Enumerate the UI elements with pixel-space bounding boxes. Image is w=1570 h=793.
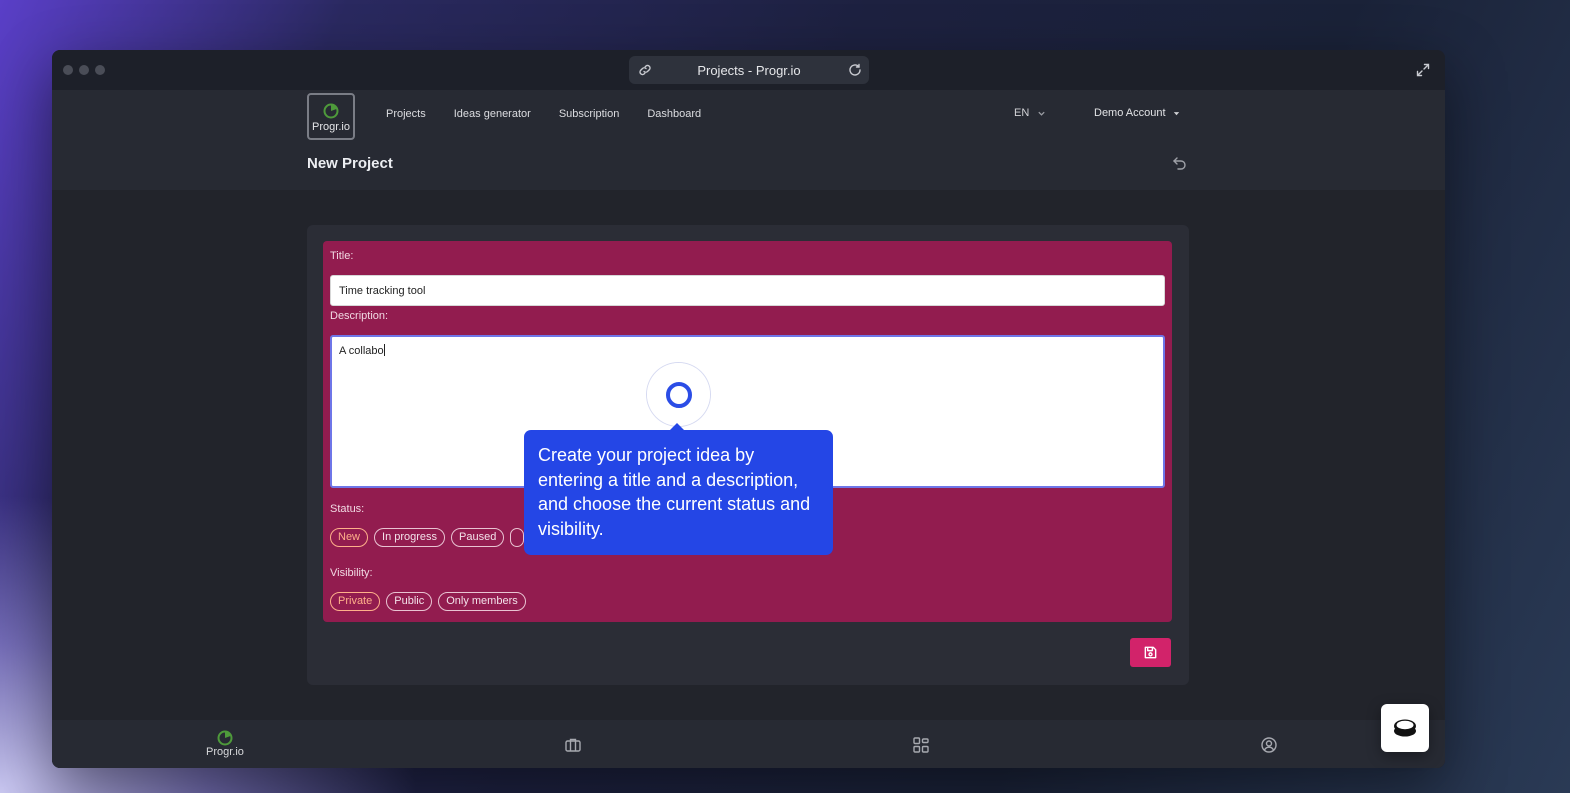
nav-links: Projects Ideas generator Subscription Da… <box>386 108 729 120</box>
bottom-nav-projects[interactable] <box>564 736 582 754</box>
visibility-options: Private Public Only members <box>330 592 526 611</box>
chevron-down-icon <box>1173 111 1179 115</box>
nav-link-dashboard[interactable]: Dashboard <box>647 108 701 120</box>
save-icon <box>1144 646 1157 659</box>
logo-text: Progr.io <box>312 120 350 133</box>
app-viewport: Progr.io Projects Ideas generator Subscr… <box>52 90 1445 768</box>
chevron-down-icon <box>1038 111 1045 116</box>
nav-link-subscription[interactable]: Subscription <box>559 108 620 120</box>
minimize-dot[interactable] <box>79 65 89 75</box>
tour-beacon[interactable] <box>647 363 710 426</box>
chat-widget-icon <box>1394 719 1416 737</box>
tour-tooltip: Create your project idea by entering a t… <box>524 423 833 555</box>
description-value: A collabo <box>339 345 384 357</box>
status-option-paused[interactable]: Paused <box>451 528 505 547</box>
status-option-hidden[interactable] <box>510 528 525 547</box>
window-controls[interactable] <box>63 65 105 75</box>
top-navigation: Progr.io Projects Ideas generator Subscr… <box>52 90 1445 190</box>
logo-icon <box>217 730 233 746</box>
title-label: Title: <box>330 250 354 262</box>
reload-icon[interactable] <box>847 62 863 78</box>
nav-link-ideas-generator[interactable]: Ideas generator <box>454 108 531 120</box>
brand-logo[interactable]: Progr.io <box>307 93 355 140</box>
status-options: New In progress Paused <box>330 528 525 547</box>
nav-link-projects[interactable]: Projects <box>386 108 426 120</box>
page-url-title: Projects - Progr.io <box>697 62 801 78</box>
text-caret <box>383 344 385 356</box>
expand-icon[interactable] <box>1415 62 1431 78</box>
bottom-nav-home-label: Progr.io <box>206 746 244 758</box>
language-value: EN <box>1014 107 1030 119</box>
close-dot[interactable] <box>63 65 73 75</box>
bottom-nav-dashboard[interactable] <box>912 736 930 754</box>
address-bar[interactable]: Projects - Progr.io <box>629 56 869 84</box>
bottom-navigation: Progr.io <box>52 720 1445 768</box>
tour-beacon-dot <box>665 381 692 408</box>
bottom-nav-home[interactable]: Progr.io <box>206 728 244 758</box>
visibility-option-private[interactable]: Private <box>330 592 381 611</box>
user-circle-icon <box>1261 737 1277 753</box>
save-button[interactable] <box>1130 638 1171 667</box>
grid-icon <box>913 737 929 753</box>
bottom-nav-account[interactable] <box>1260 736 1278 754</box>
logo-icon <box>323 103 339 118</box>
maximize-dot[interactable] <box>95 65 105 75</box>
browser-titlebar: Projects - Progr.io <box>52 50 1445 90</box>
language-select[interactable]: EN <box>1014 107 1046 119</box>
visibility-option-public[interactable]: Public <box>386 592 433 611</box>
visibility-option-only-members[interactable]: Only members <box>438 592 526 611</box>
title-input[interactable]: Time tracking tool <box>330 275 1165 306</box>
account-name: Demo Account <box>1094 107 1166 119</box>
status-option-new[interactable]: New <box>330 528 369 547</box>
chat-launcher[interactable] <box>1381 704 1429 752</box>
status-label: Status: <box>330 503 365 515</box>
status-option-in-progress[interactable]: In progress <box>374 528 446 547</box>
browser-window: Projects - Progr.io Progr.io Projects Id… <box>52 50 1445 768</box>
description-label: Description: <box>330 310 389 322</box>
briefcase-icon <box>565 738 581 752</box>
visibility-label: Visibility: <box>330 567 373 579</box>
link-icon <box>639 64 651 76</box>
undo-icon[interactable] <box>1172 155 1188 171</box>
page-title: New Project <box>307 155 393 172</box>
account-menu[interactable]: Demo Account <box>1094 107 1181 119</box>
